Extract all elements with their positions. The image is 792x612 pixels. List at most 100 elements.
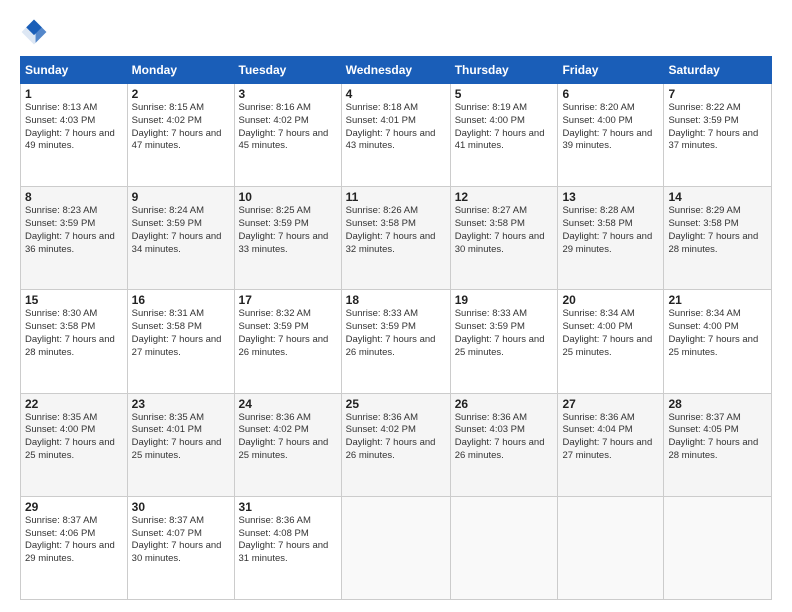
day-cell-29: 29Sunrise: 8:37 AM Sunset: 4:06 PM Dayli…	[21, 496, 128, 599]
day-number-8: 8	[25, 190, 123, 204]
day-cell-17: 17Sunrise: 8:32 AM Sunset: 3:59 PM Dayli…	[234, 290, 341, 393]
day-number-25: 25	[346, 397, 446, 411]
col-tuesday: Tuesday	[234, 57, 341, 84]
day-cell-12: 12Sunrise: 8:27 AM Sunset: 3:58 PM Dayli…	[450, 187, 558, 290]
day-info-19: Sunrise: 8:33 AM Sunset: 3:59 PM Dayligh…	[455, 308, 554, 359]
day-info-15: Sunrise: 8:30 AM Sunset: 3:58 PM Dayligh…	[25, 308, 123, 359]
day-number-4: 4	[346, 87, 446, 101]
day-cell-28: 28Sunrise: 8:37 AM Sunset: 4:05 PM Dayli…	[664, 393, 772, 496]
day-number-16: 16	[132, 293, 230, 307]
day-cell-30: 30Sunrise: 8:37 AM Sunset: 4:07 PM Dayli…	[127, 496, 234, 599]
day-cell-13: 13Sunrise: 8:28 AM Sunset: 3:58 PM Dayli…	[558, 187, 664, 290]
day-info-12: Sunrise: 8:27 AM Sunset: 3:58 PM Dayligh…	[455, 205, 554, 256]
calendar-week-5: 29Sunrise: 8:37 AM Sunset: 4:06 PM Dayli…	[21, 496, 772, 599]
empty-cell	[558, 496, 664, 599]
day-number-17: 17	[239, 293, 337, 307]
empty-cell	[450, 496, 558, 599]
day-number-11: 11	[346, 190, 446, 204]
day-cell-14: 14Sunrise: 8:29 AM Sunset: 3:58 PM Dayli…	[664, 187, 772, 290]
day-info-6: Sunrise: 8:20 AM Sunset: 4:00 PM Dayligh…	[562, 102, 659, 153]
day-info-1: Sunrise: 8:13 AM Sunset: 4:03 PM Dayligh…	[25, 102, 123, 153]
day-number-26: 26	[455, 397, 554, 411]
day-cell-11: 11Sunrise: 8:26 AM Sunset: 3:58 PM Dayli…	[341, 187, 450, 290]
calendar-table: Sunday Monday Tuesday Wednesday Thursday…	[20, 56, 772, 600]
day-cell-4: 4Sunrise: 8:18 AM Sunset: 4:01 PM Daylig…	[341, 84, 450, 187]
day-info-4: Sunrise: 8:18 AM Sunset: 4:01 PM Dayligh…	[346, 102, 446, 153]
day-info-14: Sunrise: 8:29 AM Sunset: 3:58 PM Dayligh…	[668, 205, 767, 256]
day-number-22: 22	[25, 397, 123, 411]
day-cell-9: 9Sunrise: 8:24 AM Sunset: 3:59 PM Daylig…	[127, 187, 234, 290]
day-number-7: 7	[668, 87, 767, 101]
day-number-1: 1	[25, 87, 123, 101]
day-info-29: Sunrise: 8:37 AM Sunset: 4:06 PM Dayligh…	[25, 515, 123, 566]
day-info-21: Sunrise: 8:34 AM Sunset: 4:00 PM Dayligh…	[668, 308, 767, 359]
day-cell-26: 26Sunrise: 8:36 AM Sunset: 4:03 PM Dayli…	[450, 393, 558, 496]
day-number-30: 30	[132, 500, 230, 514]
day-info-24: Sunrise: 8:36 AM Sunset: 4:02 PM Dayligh…	[239, 412, 337, 463]
logo-icon	[20, 18, 48, 46]
day-cell-24: 24Sunrise: 8:36 AM Sunset: 4:02 PM Dayli…	[234, 393, 341, 496]
day-cell-18: 18Sunrise: 8:33 AM Sunset: 3:59 PM Dayli…	[341, 290, 450, 393]
day-cell-15: 15Sunrise: 8:30 AM Sunset: 3:58 PM Dayli…	[21, 290, 128, 393]
day-info-13: Sunrise: 8:28 AM Sunset: 3:58 PM Dayligh…	[562, 205, 659, 256]
calendar-week-3: 15Sunrise: 8:30 AM Sunset: 3:58 PM Dayli…	[21, 290, 772, 393]
day-cell-7: 7Sunrise: 8:22 AM Sunset: 3:59 PM Daylig…	[664, 84, 772, 187]
day-info-22: Sunrise: 8:35 AM Sunset: 4:00 PM Dayligh…	[25, 412, 123, 463]
col-wednesday: Wednesday	[341, 57, 450, 84]
day-number-13: 13	[562, 190, 659, 204]
day-number-23: 23	[132, 397, 230, 411]
day-cell-1: 1Sunrise: 8:13 AM Sunset: 4:03 PM Daylig…	[21, 84, 128, 187]
day-cell-2: 2Sunrise: 8:15 AM Sunset: 4:02 PM Daylig…	[127, 84, 234, 187]
day-number-2: 2	[132, 87, 230, 101]
day-info-30: Sunrise: 8:37 AM Sunset: 4:07 PM Dayligh…	[132, 515, 230, 566]
day-info-5: Sunrise: 8:19 AM Sunset: 4:00 PM Dayligh…	[455, 102, 554, 153]
day-info-27: Sunrise: 8:36 AM Sunset: 4:04 PM Dayligh…	[562, 412, 659, 463]
logo	[20, 18, 52, 46]
day-cell-19: 19Sunrise: 8:33 AM Sunset: 3:59 PM Dayli…	[450, 290, 558, 393]
day-info-3: Sunrise: 8:16 AM Sunset: 4:02 PM Dayligh…	[239, 102, 337, 153]
page: Sunday Monday Tuesday Wednesday Thursday…	[0, 0, 792, 612]
day-number-6: 6	[562, 87, 659, 101]
day-info-8: Sunrise: 8:23 AM Sunset: 3:59 PM Dayligh…	[25, 205, 123, 256]
calendar-week-1: 1Sunrise: 8:13 AM Sunset: 4:03 PM Daylig…	[21, 84, 772, 187]
day-cell-31: 31Sunrise: 8:36 AM Sunset: 4:08 PM Dayli…	[234, 496, 341, 599]
day-number-28: 28	[668, 397, 767, 411]
day-cell-3: 3Sunrise: 8:16 AM Sunset: 4:02 PM Daylig…	[234, 84, 341, 187]
col-friday: Friday	[558, 57, 664, 84]
day-number-24: 24	[239, 397, 337, 411]
col-saturday: Saturday	[664, 57, 772, 84]
day-number-21: 21	[668, 293, 767, 307]
day-info-16: Sunrise: 8:31 AM Sunset: 3:58 PM Dayligh…	[132, 308, 230, 359]
day-number-18: 18	[346, 293, 446, 307]
day-info-10: Sunrise: 8:25 AM Sunset: 3:59 PM Dayligh…	[239, 205, 337, 256]
day-number-15: 15	[25, 293, 123, 307]
day-number-14: 14	[668, 190, 767, 204]
day-number-5: 5	[455, 87, 554, 101]
day-number-9: 9	[132, 190, 230, 204]
day-cell-27: 27Sunrise: 8:36 AM Sunset: 4:04 PM Dayli…	[558, 393, 664, 496]
empty-cell	[664, 496, 772, 599]
calendar-week-4: 22Sunrise: 8:35 AM Sunset: 4:00 PM Dayli…	[21, 393, 772, 496]
day-cell-16: 16Sunrise: 8:31 AM Sunset: 3:58 PM Dayli…	[127, 290, 234, 393]
day-number-29: 29	[25, 500, 123, 514]
day-info-17: Sunrise: 8:32 AM Sunset: 3:59 PM Dayligh…	[239, 308, 337, 359]
day-number-19: 19	[455, 293, 554, 307]
day-info-28: Sunrise: 8:37 AM Sunset: 4:05 PM Dayligh…	[668, 412, 767, 463]
day-info-18: Sunrise: 8:33 AM Sunset: 3:59 PM Dayligh…	[346, 308, 446, 359]
col-thursday: Thursday	[450, 57, 558, 84]
col-sunday: Sunday	[21, 57, 128, 84]
empty-cell	[341, 496, 450, 599]
day-number-31: 31	[239, 500, 337, 514]
day-info-26: Sunrise: 8:36 AM Sunset: 4:03 PM Dayligh…	[455, 412, 554, 463]
header	[20, 18, 772, 46]
day-number-27: 27	[562, 397, 659, 411]
calendar-week-2: 8Sunrise: 8:23 AM Sunset: 3:59 PM Daylig…	[21, 187, 772, 290]
day-info-20: Sunrise: 8:34 AM Sunset: 4:00 PM Dayligh…	[562, 308, 659, 359]
day-info-23: Sunrise: 8:35 AM Sunset: 4:01 PM Dayligh…	[132, 412, 230, 463]
calendar-header-row: Sunday Monday Tuesday Wednesday Thursday…	[21, 57, 772, 84]
col-monday: Monday	[127, 57, 234, 84]
day-info-7: Sunrise: 8:22 AM Sunset: 3:59 PM Dayligh…	[668, 102, 767, 153]
day-number-20: 20	[562, 293, 659, 307]
day-info-9: Sunrise: 8:24 AM Sunset: 3:59 PM Dayligh…	[132, 205, 230, 256]
day-cell-25: 25Sunrise: 8:36 AM Sunset: 4:02 PM Dayli…	[341, 393, 450, 496]
